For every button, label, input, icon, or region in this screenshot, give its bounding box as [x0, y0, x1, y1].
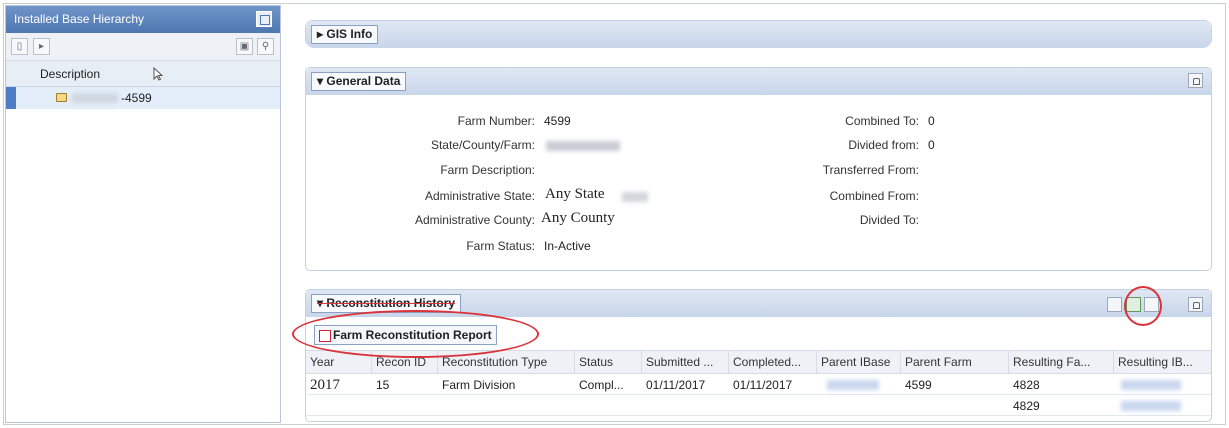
- copy-icon[interactable]: ▣: [236, 38, 253, 55]
- installed-base-hierarchy-panel: Installed Base Hierarchy ▯ ▸ ▣ ⚲ Descrip…: [5, 5, 281, 423]
- field-transferred-from: Transferred From:: [306, 163, 919, 179]
- collapse-panel-icon[interactable]: [256, 11, 272, 27]
- mouse-pointer-icon: [153, 67, 163, 81]
- gis-info-section: ▸ GIS Info: [305, 20, 1212, 48]
- parent-farm-cell: 4599: [905, 378, 932, 392]
- redacted-value: [1121, 380, 1181, 390]
- search-icon[interactable]: [1144, 297, 1159, 312]
- column-header[interactable]: Parent Farm: [901, 351, 1009, 373]
- submitted-cell: 01/11/2017: [646, 378, 706, 392]
- column-header[interactable]: Parent IBase: [817, 351, 901, 373]
- hierarchy-toolbar: ▯ ▸ ▣ ⚲: [6, 33, 280, 61]
- field-key: Transferred From:: [822, 163, 919, 177]
- combined-to-value: 0: [928, 114, 935, 128]
- panel-header: Installed Base Hierarchy: [6, 6, 280, 33]
- divided-from-value: 0: [928, 138, 935, 152]
- column-header[interactable]: Reconstitution Type: [438, 351, 575, 373]
- resulting-farm-cell: 4828: [1013, 378, 1040, 392]
- field-divided-from: Divided from:: [306, 138, 919, 154]
- row-selection-marker: [6, 87, 16, 109]
- general-bar: ▾ General Data: [306, 68, 1211, 95]
- general-data-tab[interactable]: ▾ General Data: [311, 72, 407, 91]
- column-header[interactable]: Resulting Fa...: [1009, 351, 1114, 373]
- expand-icon[interactable]: ▸: [33, 38, 50, 55]
- gis-info-tab[interactable]: ▸ GIS Info: [311, 25, 379, 44]
- general-data-label: General Data: [326, 74, 401, 88]
- folder-icon: [56, 93, 67, 102]
- field-key: Farm Status:: [466, 239, 535, 253]
- table-row[interactable]: 2017 15 Farm Division Compl... 01/11/201…: [306, 375, 1211, 395]
- redacted-value: [1121, 401, 1181, 411]
- recon-id-cell: 15: [376, 378, 390, 392]
- field-key: Combined To:: [845, 114, 919, 128]
- description-column-header[interactable]: Description: [6, 61, 280, 87]
- panel-title: Installed Base Hierarchy: [14, 12, 145, 26]
- column-header[interactable]: Resulting IB...: [1114, 351, 1211, 373]
- field-key: Combined From:: [829, 189, 919, 203]
- field-combined-from: Combined From:: [306, 189, 919, 205]
- general-data-section: ▾ General Data Farm Number: 4599 State/C…: [305, 67, 1212, 271]
- farm-reconstitution-report-button[interactable]: Farm Reconstitution Report: [314, 325, 497, 345]
- resulting-farm-cell: 4829: [1013, 399, 1040, 413]
- lock-icon[interactable]: [1188, 73, 1203, 88]
- lock-icon[interactable]: [1188, 297, 1203, 312]
- redacted-text: [72, 93, 118, 103]
- reconstitution-history-section: ▾ Reconstitution History Farm Reconstitu…: [305, 289, 1212, 422]
- column-header[interactable]: Recon ID: [372, 351, 438, 373]
- export-icon[interactable]: [1107, 297, 1122, 312]
- reconstitution-history-tab[interactable]: ▾ Reconstitution History: [311, 294, 462, 313]
- status-cell: Compl...: [579, 378, 624, 392]
- year-cell: 2017: [310, 377, 340, 393]
- excel-export-icon[interactable]: [1126, 297, 1141, 312]
- table-row[interactable]: 4829: [306, 396, 1211, 416]
- type-cell: Farm Division: [442, 378, 516, 392]
- recon-bar: ▾ Reconstitution History: [306, 290, 1211, 317]
- description-label: Description: [40, 67, 101, 81]
- redacted-value: [827, 380, 879, 390]
- gis-bar: ▸ GIS Info: [306, 21, 1211, 48]
- completed-cell: 01/11/2017: [733, 378, 793, 392]
- search-icon[interactable]: ⚲: [257, 38, 274, 55]
- column-header[interactable]: Submitted ...: [642, 351, 729, 373]
- farm-status-value: In-Active: [544, 239, 591, 253]
- field-key: Divided from:: [848, 138, 919, 152]
- field-farm-status: Farm Status:: [306, 239, 535, 255]
- column-header[interactable]: Year: [306, 351, 372, 373]
- table-header: Year Recon ID Reconstitution Type Status…: [306, 350, 1211, 374]
- reconstitution-history-label: Reconstitution History: [326, 296, 456, 310]
- column-header[interactable]: Status: [575, 351, 642, 373]
- field-key: Divided To:: [859, 213, 919, 227]
- field-combined-to: Combined To:: [306, 114, 919, 130]
- gis-info-label: GIS Info: [326, 27, 373, 41]
- column-header[interactable]: Completed...: [729, 351, 817, 373]
- tree-item[interactable]: -4599: [6, 87, 280, 109]
- tree-item-label: -4599: [121, 91, 152, 105]
- delete-icon[interactable]: ▯: [11, 38, 28, 55]
- field-divided-to: Divided To:: [306, 213, 919, 229]
